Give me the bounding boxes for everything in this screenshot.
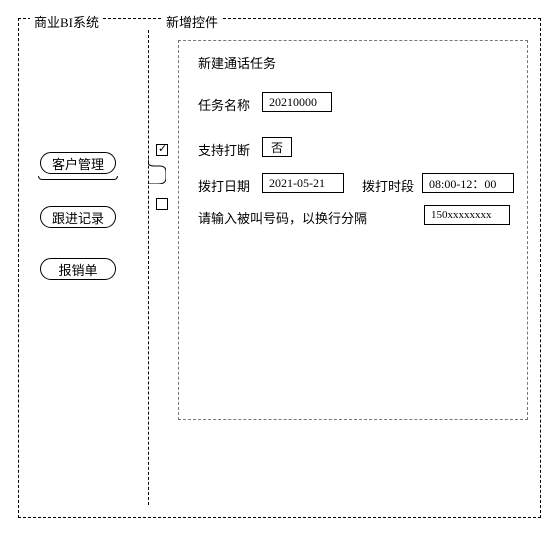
time-value: 08:00-12：00	[429, 175, 496, 192]
checkbox-2[interactable]	[156, 198, 168, 210]
sidebar-divider	[148, 30, 149, 505]
sidebar-item-label: 报销单	[58, 260, 97, 279]
checkbox-1[interactable]: ✓	[156, 144, 168, 156]
date-input[interactable]: 2021-05-21	[262, 173, 344, 193]
time-input[interactable]: 08:00-12：00	[422, 173, 514, 193]
sidebar-title: 商业BI系统	[30, 12, 103, 31]
interrupt-value: 否	[271, 139, 283, 156]
task-name-input[interactable]: 20210000	[262, 92, 332, 112]
form-heading: 新建通话任务	[198, 53, 276, 72]
task-name-value: 20210000	[269, 95, 317, 110]
sidebar-item-label: 客户管理	[52, 154, 104, 173]
sidebar-item-customer[interactable]: 客户管理	[40, 152, 116, 174]
sidebar-item-label: 跟进记录	[52, 208, 104, 227]
connector-icon	[148, 156, 166, 184]
date-label: 拨打日期	[198, 176, 250, 195]
phone-hint: 请输入被叫号码，以换行分隔	[198, 208, 367, 227]
time-label: 拨打时段	[362, 176, 414, 195]
sidebar: 客户管理 跟进记录 报销单	[18, 30, 148, 510]
sidebar-item-followup[interactable]: 跟进记录	[40, 206, 116, 228]
phone-input[interactable]: 150xxxxxxxx	[424, 205, 510, 225]
interrupt-select[interactable]: 否	[262, 137, 292, 157]
date-value: 2021-05-21	[269, 176, 325, 191]
phone-value: 150xxxxxxxx	[431, 209, 492, 221]
check-icon: ✓	[158, 143, 167, 155]
sidebar-item-underline	[38, 176, 118, 180]
task-name-label: 任务名称	[198, 95, 250, 114]
interrupt-label: 支持打断	[198, 140, 250, 159]
panel-title: 新增控件	[162, 12, 222, 31]
sidebar-item-expense[interactable]: 报销单	[40, 258, 116, 280]
